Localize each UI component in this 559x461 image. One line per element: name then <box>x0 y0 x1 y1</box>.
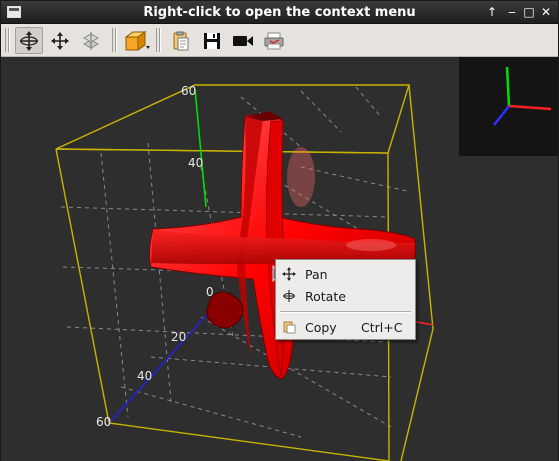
copy-image-button[interactable] <box>166 27 194 54</box>
title-bar: Right-click to open the context menu ↑ ‒… <box>1 1 558 24</box>
app-window: Right-click to open the context menu ↑ ‒… <box>0 0 559 461</box>
z-tick-label: 60 <box>181 84 197 98</box>
z-axis-line <box>194 88 207 208</box>
zoom-mode-icon <box>82 31 100 50</box>
toolbar-grip[interactable] <box>5 28 10 52</box>
orient-z-axis <box>505 66 511 107</box>
record-video-icon <box>233 35 253 46</box>
save-icon <box>204 32 220 49</box>
context-menu-label: Pan <box>305 267 328 282</box>
toolbar-grip[interactable] <box>112 28 117 52</box>
context-menu-item-rotate[interactable]: Rotate <box>276 285 415 307</box>
print-icon <box>264 32 284 49</box>
x-axis-line <box>108 296 224 424</box>
context-menu: Pan Rotate Copy Ctrl+C <box>275 259 416 340</box>
arrow-up-icon[interactable]: ↑ <box>484 4 500 20</box>
pan-icon <box>282 267 296 281</box>
x-tick-label: 60 <box>96 415 112 429</box>
orient-x-axis <box>493 105 510 126</box>
copy-image-icon <box>173 31 189 50</box>
copy-icon <box>283 321 296 334</box>
rotate-icon <box>283 290 295 302</box>
pan-mode-icon <box>51 31 69 50</box>
orientation-indicator <box>459 57 558 156</box>
view-cube-icon <box>124 30 150 51</box>
context-menu-item-pan[interactable]: Pan <box>276 263 415 285</box>
close-icon[interactable]: ✕ <box>538 4 554 20</box>
origin-tick-label: 0 <box>206 285 214 299</box>
z-tick-label: 40 <box>188 156 204 170</box>
context-menu-item-copy[interactable]: Copy Ctrl+C <box>276 316 415 338</box>
context-menu-label: Copy <box>305 320 337 335</box>
save-button[interactable] <box>198 27 226 54</box>
x-tick-label: 20 <box>171 330 187 344</box>
zoom-mode-button[interactable] <box>77 27 105 54</box>
context-menu-label: Rotate <box>305 289 346 304</box>
toolbar <box>1 24 558 57</box>
context-menu-shortcut: Ctrl+C <box>361 320 403 335</box>
menu-separator <box>280 311 411 313</box>
window-title: Right-click to open the context menu <box>143 5 416 20</box>
minimize-icon[interactable]: ‒ <box>504 4 520 20</box>
maximize-icon[interactable]: □ <box>521 4 537 20</box>
x-tick-label: 40 <box>137 369 153 383</box>
record-video-button[interactable] <box>229 27 257 54</box>
rotate-mode-icon <box>20 30 38 51</box>
orient-y-axis <box>508 104 552 111</box>
rotate-mode-button[interactable] <box>15 27 43 54</box>
pan-mode-button[interactable] <box>46 27 74 54</box>
toolbar-grip[interactable] <box>156 28 161 52</box>
print-button[interactable] <box>260 27 288 54</box>
view-cube-button[interactable] <box>121 27 153 54</box>
